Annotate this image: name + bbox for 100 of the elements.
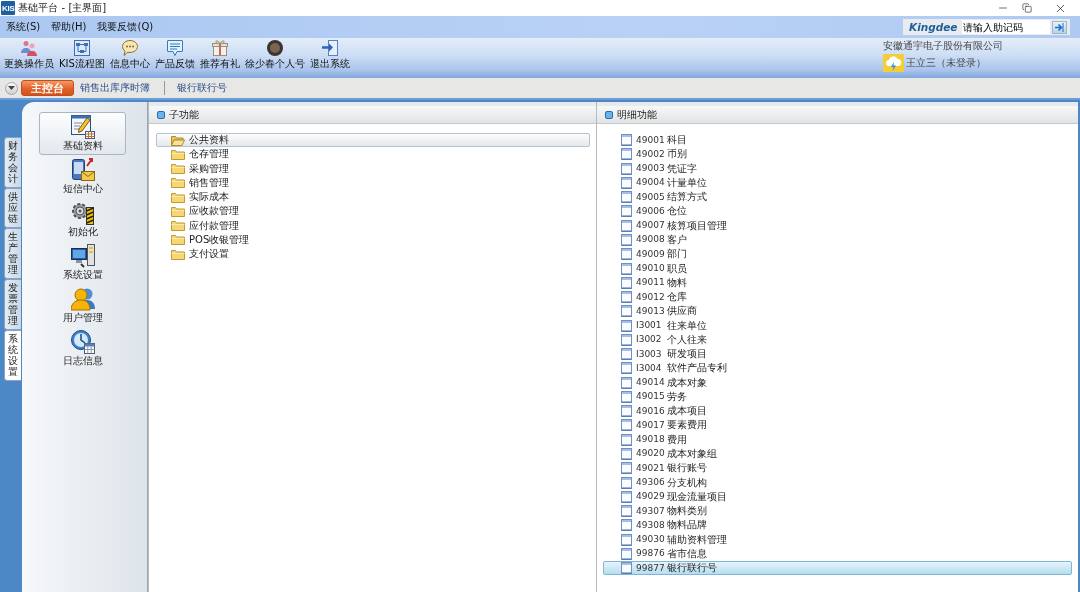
document-icon <box>621 405 632 418</box>
item-name: 物料品牌 <box>667 519 707 532</box>
module-tab[interactable]: 生产管理 <box>4 228 21 279</box>
item-code: 49006 <box>636 205 666 217</box>
item-code: 49009 <box>636 248 666 260</box>
detail-list-item[interactable]: I3003 研发项目 <box>603 347 1072 362</box>
toolbar-button[interactable]: 退出系统 <box>309 38 350 74</box>
item-name: 物料类别 <box>667 505 707 518</box>
detail-list-item[interactable]: 49012 仓库 <box>603 289 1072 305</box>
document-icon <box>621 234 632 246</box>
detail-list-item[interactable]: I3001 往来单位 <box>603 318 1072 333</box>
detail-list-item[interactable]: 49020 成本对象组 <box>603 446 1072 462</box>
detail-list-item[interactable]: 49007 核算项目管理 <box>603 218 1072 233</box>
navigation-item[interactable]: 初始化 <box>39 198 126 241</box>
navigation-item[interactable]: 短信中心 <box>39 155 126 198</box>
item-name: 往来单位 <box>667 319 707 332</box>
detail-list-item[interactable]: 49021 银行账号 <box>603 461 1072 476</box>
detail-list-item[interactable]: 49308 物料品牌 <box>603 518 1072 533</box>
detail-list-item[interactable]: 49009 部门 <box>603 247 1072 262</box>
detail-list-item[interactable]: 49306 分支机构 <box>603 475 1072 490</box>
detail-list-item[interactable]: 99877 银行联行号 <box>603 560 1072 576</box>
item-name: 仓位 <box>667 205 687 218</box>
item-code: 99876 <box>636 548 666 560</box>
tree-item[interactable]: 仓存管理 <box>156 147 590 162</box>
detail-list-item[interactable]: 49011 物料 <box>603 275 1072 290</box>
detail-list-item[interactable]: 49006 仓位 <box>603 204 1072 219</box>
document-icon <box>621 533 632 546</box>
detail-list-item[interactable]: 49002 币别 <box>603 147 1072 162</box>
detail-list-item[interactable]: 49029 现金流量项目 <box>603 489 1072 504</box>
tree-item[interactable]: 公共资料 <box>156 133 590 148</box>
detail-list-item[interactable]: 49014 成本对象 <box>603 375 1072 390</box>
item-code: I3003 <box>636 348 663 360</box>
tree-item[interactable]: 应付款管理 <box>156 218 590 233</box>
search-field[interactable]: 请输入助记码 <box>961 20 1050 34</box>
detail-list-item[interactable]: 49030 辅助资料管理 <box>603 532 1072 547</box>
document-icon <box>621 362 632 375</box>
navigation-item[interactable]: 日志信息 <box>39 327 126 370</box>
detail-list-item[interactable]: 49015 劳务 <box>603 389 1072 405</box>
detail-list-item[interactable]: 49003 凭证字 <box>603 161 1072 176</box>
document-icon <box>621 205 632 218</box>
document-icon <box>621 547 632 560</box>
restore-icon <box>1022 3 1032 13</box>
module-tab[interactable]: 财务会计 <box>4 137 21 188</box>
detail-list-item[interactable]: 49010 职员 <box>603 261 1072 276</box>
toolbar-button[interactable]: KIS流程图 <box>59 38 105 74</box>
document-tab[interactable]: 销售出库序时簿 <box>74 80 156 96</box>
tree-item[interactable]: 采购管理 <box>156 161 590 176</box>
navigation-item[interactable]: 用户管理 <box>39 284 126 327</box>
detail-list-item[interactable]: 49008 客户 <box>603 232 1072 248</box>
detail-list-item[interactable]: 49005 结算方式 <box>603 190 1072 205</box>
menu-item[interactable]: 帮助(H) <box>48 18 90 36</box>
exit-icon <box>321 40 338 56</box>
company-name: 安徽通宇电子股份有限公司 <box>883 40 1004 52</box>
detail-list-item[interactable]: 49307 物料类别 <box>603 503 1072 519</box>
document-icon <box>621 262 632 275</box>
tree-item[interactable]: 实际成本 <box>156 190 590 205</box>
item-name: 省市信息 <box>667 547 707 560</box>
menu-item[interactable]: 系统(S) <box>3 18 44 36</box>
detail-list-item[interactable]: 49016 成本项目 <box>603 404 1072 419</box>
item-name: 计量单位 <box>667 176 707 189</box>
user-icon <box>70 287 95 311</box>
item-name: 成本对象组 <box>667 447 717 460</box>
document-tab[interactable]: 银行联行号 <box>171 80 233 96</box>
go-button[interactable] <box>1052 20 1067 34</box>
module-tab[interactable]: 发票管理 <box>4 279 21 330</box>
detail-list-item[interactable]: 49013 供应商 <box>603 304 1072 319</box>
document-icon <box>621 319 632 332</box>
toolbar-button[interactable]: 更换操作员 <box>4 38 54 74</box>
item-name: 客户 <box>667 234 687 246</box>
navigation-item[interactable]: 系统设置 <box>39 241 126 284</box>
menu-item[interactable]: 我要反馈(Q) <box>94 18 157 36</box>
detail-list-item[interactable]: 49018 费用 <box>603 432 1072 447</box>
detail-list-item[interactable]: 99876 省市信息 <box>603 546 1072 561</box>
toolbar-button[interactable]: 推荐有礼 <box>199 38 240 74</box>
detail-list-item[interactable]: 49004 计量单位 <box>603 175 1072 191</box>
tree-item[interactable]: 销售管理 <box>156 175 590 190</box>
toolbar-button[interactable]: 信息中心 <box>109 38 150 74</box>
detail-list-item[interactable]: 49001 科目 <box>603 133 1072 148</box>
dropdown-button[interactable] <box>5 81 18 95</box>
detail-list-item[interactable]: 49017 要素费用 <box>603 418 1072 433</box>
navigation-item[interactable]: 基础资料 <box>39 112 126 155</box>
detail-list-item[interactable]: I3002 个人往来 <box>603 332 1072 347</box>
toolbar-button[interactable]: 徐少春个人号 <box>244 38 305 74</box>
tree-item[interactable]: 支付设置 <box>156 247 590 262</box>
tree-item[interactable]: 应收款管理 <box>156 204 590 219</box>
module-tab[interactable]: 系统设置 <box>4 330 21 381</box>
tree-item[interactable]: POS收银管理 <box>156 232 590 247</box>
clock-calendar-icon <box>70 330 95 354</box>
item-name: 物料 <box>667 276 687 289</box>
chat-bubble-icon <box>121 40 138 56</box>
folder-icon <box>171 148 185 160</box>
module-tab[interactable]: 供应链 <box>4 188 21 228</box>
document-icon <box>621 176 632 189</box>
toolbar-button[interactable]: 产品反馈 <box>154 38 195 74</box>
bullet-icon <box>605 110 613 119</box>
document-icon <box>621 148 632 161</box>
folder-icon <box>171 220 185 232</box>
item-name: 分支机构 <box>667 476 707 489</box>
detail-list-item[interactable]: I3004 软件产品专利 <box>603 361 1072 376</box>
item-name: 仓库 <box>667 291 687 304</box>
